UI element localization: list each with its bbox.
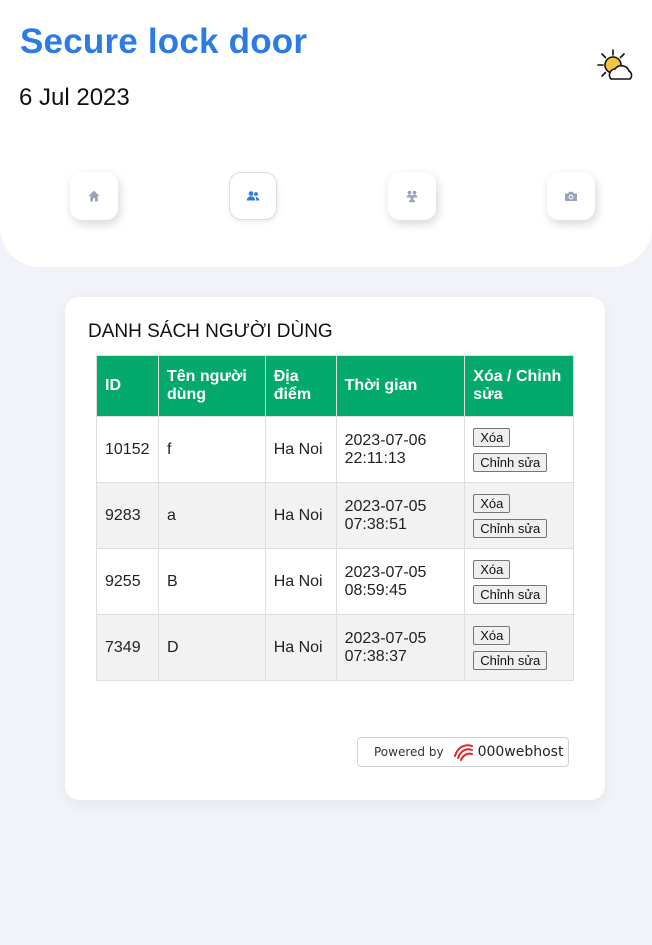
edit-button[interactable]: Chỉnh sửa bbox=[473, 452, 548, 472]
group-icon bbox=[406, 190, 418, 203]
cell-name: B bbox=[157, 548, 266, 615]
edit-button[interactable]: Chỉnh sửa bbox=[473, 518, 548, 538]
app-title: Secure lock door bbox=[20, 22, 308, 61]
cell-time: 2023-07-05 07:38:37 bbox=[335, 614, 466, 681]
cell-name: f bbox=[157, 416, 266, 483]
column-header-time: Thời gian bbox=[335, 355, 466, 417]
table-row: 9255 B Ha Noi 2023-07-05 08:59:45 Xóa Ch… bbox=[96, 548, 574, 615]
nav-home-button[interactable] bbox=[70, 172, 118, 220]
delete-button[interactable]: Xóa bbox=[473, 427, 511, 447]
cell-location: Ha Noi bbox=[264, 614, 337, 681]
delete-button[interactable]: Xóa bbox=[473, 493, 511, 513]
delete-button[interactable]: Xóa bbox=[473, 559, 511, 579]
card-title: DANH SÁCH NGƯỜI DÙNG bbox=[88, 321, 333, 342]
users-card: DANH SÁCH NGƯỜI DÙNG ID Tên người dùng Đ… bbox=[65, 297, 605, 800]
users-table: ID Tên người dùng Địa điểm Thời gian Xóa… bbox=[96, 355, 574, 681]
cell-actions: Xóa Chỉnh sửa bbox=[464, 482, 574, 549]
home-icon bbox=[88, 190, 100, 202]
nav-camera-button[interactable] bbox=[547, 172, 595, 220]
cell-id: 10152 bbox=[96, 416, 159, 483]
edit-button[interactable]: Chỉnh sửa bbox=[473, 584, 548, 604]
cell-actions: Xóa Chỉnh sửa bbox=[464, 614, 574, 681]
cell-id: 7349 bbox=[96, 614, 159, 681]
table-row: 10152 f Ha Noi 2023-07-06 22:11:13 Xóa C… bbox=[96, 416, 574, 483]
cell-name: D bbox=[157, 614, 266, 681]
column-header-id: ID bbox=[96, 355, 159, 417]
table-row: 7349 D Ha Noi 2023-07-05 07:38:37 Xóa Ch… bbox=[96, 614, 574, 681]
cell-location: Ha Noi bbox=[264, 416, 337, 483]
camera-icon bbox=[565, 191, 577, 201]
cell-time: 2023-07-05 07:38:51 bbox=[335, 482, 466, 549]
table-row: 9283 a Ha Noi 2023-07-05 07:38:51 Xóa Ch… bbox=[96, 482, 574, 549]
column-header-name: Tên người dùng bbox=[157, 355, 266, 417]
cell-id: 9283 bbox=[96, 482, 159, 549]
cell-location: Ha Noi bbox=[264, 548, 337, 615]
powered-by-badge[interactable]: Powered by 000webhost bbox=[357, 737, 569, 767]
nav-users-button[interactable] bbox=[229, 172, 277, 220]
edit-button[interactable]: Chỉnh sửa bbox=[473, 650, 548, 670]
current-date: 6 Jul 2023 bbox=[19, 84, 130, 111]
cell-id: 9255 bbox=[96, 548, 159, 615]
nav-group-button[interactable] bbox=[388, 172, 436, 220]
cell-time: 2023-07-06 22:11:13 bbox=[335, 416, 466, 483]
cell-actions: Xóa Chỉnh sửa bbox=[464, 416, 574, 483]
webhost-logo-icon bbox=[452, 742, 474, 762]
webhost-brand: 000webhost bbox=[477, 744, 564, 760]
table-header-row: ID Tên người dùng Địa điểm Thời gian Xóa… bbox=[96, 355, 574, 417]
header: Secure lock door 6 Jul 2023 bbox=[0, 0, 652, 267]
cell-time: 2023-07-05 08:59:45 bbox=[335, 548, 466, 615]
cell-location: Ha Noi bbox=[264, 482, 337, 549]
cell-name: a bbox=[157, 482, 266, 549]
users-icon bbox=[246, 191, 260, 201]
cell-actions: Xóa Chỉnh sửa bbox=[464, 548, 574, 615]
partly-sunny-icon bbox=[597, 48, 635, 84]
column-header-actions: Xóa / Chỉnh sửa bbox=[464, 355, 574, 417]
powered-by-label: Powered by bbox=[374, 745, 444, 759]
delete-button[interactable]: Xóa bbox=[473, 625, 511, 645]
column-header-location: Địa điểm bbox=[264, 355, 337, 417]
